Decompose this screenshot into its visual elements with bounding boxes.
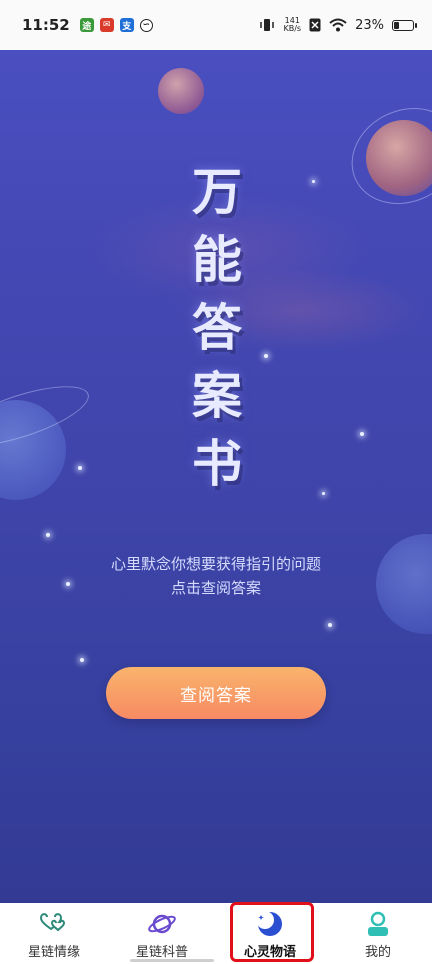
user-icon (363, 910, 393, 938)
planet-right-ring (335, 90, 432, 222)
app-icon-blue: 支 (119, 18, 134, 32)
nav-item-mine[interactable]: 我的 (324, 903, 432, 964)
planet-icon (147, 910, 177, 938)
main-content: 万 能 答 案 书 心里默念你想要获得指引的问题 点击查阅答案 查阅答案 (0, 50, 432, 903)
battery-icon (392, 19, 417, 31)
title-char: 答 (192, 298, 242, 357)
star-decoration (46, 533, 50, 537)
status-time: 11:52 (22, 16, 70, 34)
screen: 11:52 途 ✉ 支 ∽ 141 KB/s 23% 万 能 答 案 书 心里默… (0, 0, 432, 964)
nav-item-soul-words[interactable]: 心灵物语 (216, 903, 324, 964)
title-char: 万 (192, 162, 242, 221)
star-decoration (328, 623, 332, 627)
net-speed-unit: KB/s (283, 24, 302, 33)
title-char: 能 (192, 230, 242, 289)
nav-label: 心灵物语 (243, 945, 296, 960)
nav-label: 星链情缘 (27, 945, 80, 960)
star-decoration (80, 658, 84, 662)
moon-icon (255, 910, 285, 938)
planet-top-left-decoration (158, 68, 204, 114)
prompt-text-line2: 点击查阅答案 (170, 579, 261, 597)
page-title: 万 能 答 案 书 (182, 158, 252, 498)
app-icon-link: ∽ (139, 18, 153, 32)
bottom-nav: 星链情缘 星链科普 心灵物语 我的 (0, 903, 432, 964)
nav-label: 星链科普 (135, 945, 188, 960)
nav-item-star-link-science[interactable]: 星链科普 (108, 903, 216, 964)
star-decoration (360, 432, 364, 436)
star-decoration (322, 492, 325, 495)
app-icon-green: 途 (79, 18, 94, 32)
nav-item-star-link-romance[interactable]: 星链情缘 (0, 903, 108, 964)
status-bar: 11:52 途 ✉ 支 ∽ 141 KB/s 23% (0, 0, 432, 50)
vibrate-icon (260, 19, 275, 31)
star-decoration (78, 466, 82, 470)
app-icon-red: ✉ (99, 18, 114, 32)
hearts-icon (39, 910, 69, 938)
view-answer-button[interactable]: 查阅答案 (106, 667, 326, 719)
nfc-icon (309, 18, 321, 32)
status-right: 141 KB/s 23% (259, 17, 417, 33)
prompt-text-line1: 心里默念你想要获得指引的问题 (110, 555, 321, 573)
wifi-icon (329, 18, 347, 32)
nav-indicator (130, 959, 214, 962)
net-speed: 141 KB/s (283, 17, 301, 33)
star-decoration (312, 180, 315, 183)
title-char: 书 (192, 434, 242, 493)
battery-percent: 23% (355, 17, 384, 33)
status-left: 11:52 途 ✉ 支 ∽ (22, 16, 153, 34)
star-decoration (264, 354, 268, 358)
title-char: 案 (192, 366, 242, 425)
nav-label: 我的 (364, 945, 391, 960)
